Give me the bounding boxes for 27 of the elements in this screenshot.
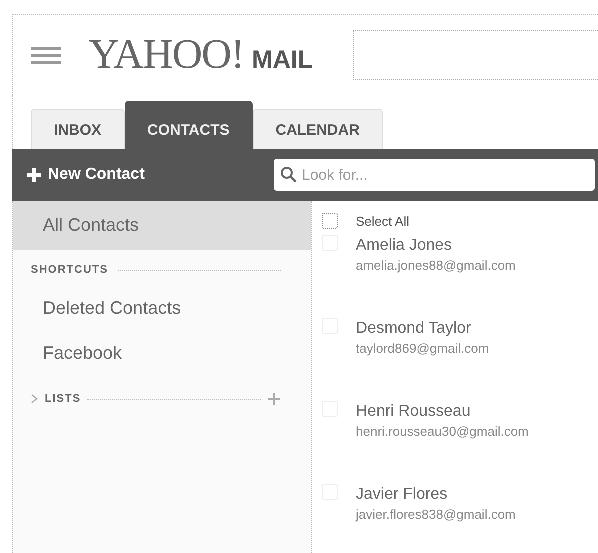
search-icon	[280, 166, 298, 184]
sidebar-item[interactable]: All Contacts	[13, 201, 311, 250]
search-field[interactable]: Look for...	[274, 159, 595, 191]
contact-name[interactable]: Amelia Jones	[356, 237, 516, 255]
plus-icon[interactable]	[267, 392, 281, 406]
select-all-label: Select All	[356, 214, 410, 228]
contact-email: amelia.jones88@gmail.com	[356, 258, 516, 273]
menu-icon[interactable]	[31, 45, 61, 65]
tab[interactable]: INBOX	[31, 109, 125, 149]
contact-name[interactable]: Javier Flores	[356, 486, 516, 504]
contact-name[interactable]: Desmond Taylor	[356, 320, 490, 338]
logo-suffix: MAIL	[252, 46, 314, 75]
tab[interactable]: CONTACTS	[124, 101, 253, 149]
contact-email: henri.rousseau30@gmail.com	[356, 424, 529, 439]
section-heading: LISTS	[45, 393, 82, 405]
tab[interactable]: CALENDAR	[252, 109, 383, 149]
contact-name[interactable]: Henri Rousseau	[356, 403, 529, 421]
new-contact-button[interactable]: New Contact	[22, 160, 254, 190]
sidebar-item[interactable]: Facebook	[13, 331, 311, 376]
checkbox[interactable]	[322, 213, 338, 229]
plus-icon	[26, 167, 42, 183]
search-field[interactable]	[353, 30, 598, 80]
section-heading: SHORTCUTS	[31, 264, 108, 276]
logo-text: YAHOO!	[89, 31, 244, 79]
contact-email: javier.flores838@gmail.com	[356, 507, 516, 522]
sidebar-item[interactable]: Deleted Contacts	[13, 286, 311, 331]
contact-email: taylord869@gmail.com	[356, 341, 490, 356]
